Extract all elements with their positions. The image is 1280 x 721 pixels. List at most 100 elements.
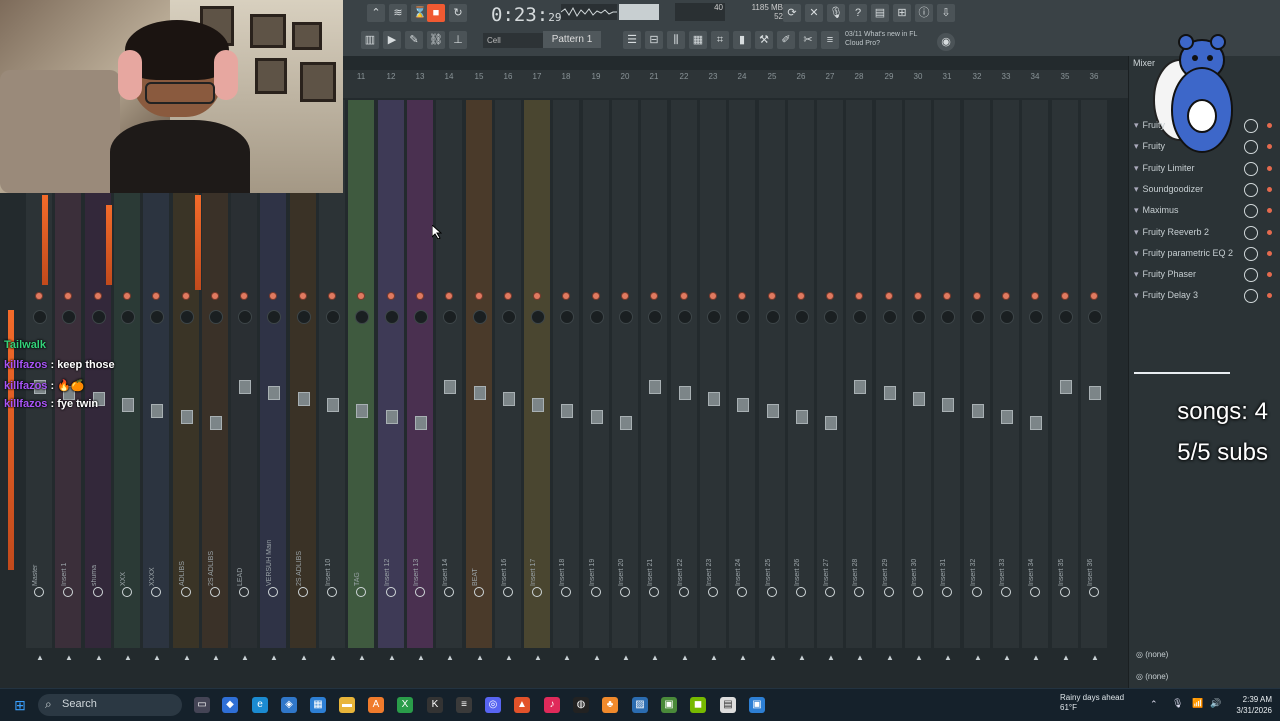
track-pan-dot[interactable] [563, 293, 569, 299]
track-fader[interactable] [884, 386, 896, 400]
task-view-icon[interactable]: ▭ [194, 697, 210, 713]
track-pan-dot[interactable] [183, 293, 189, 299]
track-route-arrow[interactable]: ▲ [769, 653, 777, 662]
track-pan-dot[interactable] [886, 293, 892, 299]
track-fader[interactable] [122, 398, 134, 412]
fx-enable-led[interactable] [1267, 123, 1272, 128]
brave-icon[interactable]: ▲ [514, 697, 530, 713]
track-pan-dot[interactable] [417, 293, 423, 299]
help-icon[interactable]: ? [849, 4, 867, 22]
track-send-knob[interactable] [591, 587, 601, 597]
fx-slot[interactable]: ▾ Fruity Limiter [1134, 159, 1272, 178]
track-fader[interactable] [620, 416, 632, 430]
track-send-knob[interactable] [561, 587, 571, 597]
track-route-arrow[interactable]: ▲ [417, 653, 425, 662]
track-route-arrow[interactable]: ▲ [974, 653, 982, 662]
track-fader[interactable] [649, 380, 661, 394]
ableton-icon[interactable]: A [368, 697, 384, 713]
track-route-arrow[interactable]: ▲ [886, 653, 894, 662]
track-send-knob[interactable] [151, 587, 161, 597]
track-pan-dot[interactable] [388, 293, 394, 299]
track-pan-dot[interactable] [651, 293, 657, 299]
track-knob[interactable] [209, 310, 223, 324]
track-route-arrow[interactable]: ▲ [300, 653, 308, 662]
track-pan-dot[interactable] [124, 293, 130, 299]
track-pan-dot[interactable] [681, 293, 687, 299]
fx-mix-knob[interactable] [1244, 119, 1258, 133]
track-knob[interactable] [92, 310, 106, 324]
track-pan-dot[interactable] [300, 293, 306, 299]
track-route-arrow[interactable]: ▲ [153, 653, 161, 662]
fx-slot[interactable]: ▾ Fruity Reeverb 2 [1134, 223, 1272, 242]
track-fader[interactable] [708, 392, 720, 406]
track-pan-dot[interactable] [944, 293, 950, 299]
track-fader[interactable] [210, 416, 222, 430]
track-fader[interactable] [1089, 386, 1101, 400]
fx-slot[interactable]: ▾ Fruity parametric EQ 2 [1134, 244, 1272, 263]
track-send-knob[interactable] [737, 587, 747, 597]
track-pan-dot[interactable] [65, 293, 71, 299]
tools-icon[interactable]: ⚒ [755, 31, 773, 49]
track-pan-dot[interactable] [329, 293, 335, 299]
track-send-knob[interactable] [854, 587, 864, 597]
track-fader[interactable] [532, 398, 544, 412]
track-fader[interactable] [474, 386, 486, 400]
track-pan-dot[interactable] [534, 293, 540, 299]
browser-icon[interactable]: ⌗ [711, 31, 729, 49]
track-fader[interactable] [1001, 410, 1013, 424]
track-knob[interactable] [326, 310, 340, 324]
play-pattern-icon[interactable]: ▶ [383, 31, 401, 49]
geforce-icon[interactable]: ◼ [690, 697, 706, 713]
track-route-arrow[interactable]: ▲ [1062, 653, 1070, 662]
track-send-knob[interactable] [649, 587, 659, 597]
track-pan-dot[interactable] [505, 293, 511, 299]
track-route-arrow[interactable]: ▲ [798, 653, 806, 662]
track-send-knob[interactable] [825, 587, 835, 597]
track-send-knob[interactable] [942, 587, 952, 597]
track-fader[interactable] [268, 386, 280, 400]
track-knob[interactable] [971, 310, 985, 324]
save-icon[interactable]: ▤ [871, 4, 889, 22]
track-pan-dot[interactable] [827, 293, 833, 299]
track-fader[interactable] [913, 392, 925, 406]
obs-icon[interactable]: ◍ [573, 697, 589, 713]
track-route-arrow[interactable]: ▲ [651, 653, 659, 662]
fx-mix-knob[interactable] [1244, 161, 1258, 176]
nvidia-icon[interactable]: ▣ [661, 697, 677, 713]
track-send-knob[interactable] [386, 587, 396, 597]
fx-mix-knob[interactable] [1244, 204, 1258, 219]
taskbar-search[interactable]: ⌕ Search [38, 694, 182, 716]
track-knob[interactable] [414, 310, 428, 324]
network-icon[interactable]: 📶 [1192, 698, 1203, 709]
track-route-arrow[interactable]: ▲ [1091, 653, 1099, 662]
track-route-arrow[interactable]: ▲ [446, 653, 454, 662]
track-pan-dot[interactable] [446, 293, 452, 299]
track-send-knob[interactable] [1001, 587, 1011, 597]
track-route-arrow[interactable]: ▲ [1032, 653, 1040, 662]
fx-mix-knob[interactable] [1244, 140, 1258, 155]
news-ticker[interactable]: 03/11 What's new in FL Cloud Pro? [845, 30, 917, 48]
waveform-icon[interactable]: ≋ [389, 4, 407, 22]
edge-icon[interactable]: e [252, 697, 268, 713]
track-pan-dot[interactable] [212, 293, 218, 299]
channel-rack-icon[interactable]: ⊟ [645, 31, 663, 49]
track-send-knob[interactable] [796, 587, 806, 597]
track-send-knob[interactable] [415, 587, 425, 597]
track-fader[interactable] [327, 398, 339, 412]
brush-icon[interactable]: ✐ [777, 31, 795, 49]
notepad-icon[interactable]: ▤ [720, 697, 736, 713]
track-route-arrow[interactable]: ▲ [944, 653, 952, 662]
folder-icon[interactable]: ▬ [339, 697, 355, 713]
track-send-knob[interactable] [1030, 587, 1040, 597]
fl-studio-icon[interactable]: ♣ [602, 697, 618, 713]
track-knob[interactable] [1059, 310, 1073, 324]
track-route-arrow[interactable]: ▲ [856, 653, 864, 662]
track-knob[interactable] [707, 310, 721, 324]
fx-slot[interactable]: ▾ Maximus [1134, 201, 1272, 220]
track-pan-dot[interactable] [270, 293, 276, 299]
panic-icon[interactable]: ✕ [805, 4, 823, 22]
track-pan-dot[interactable] [739, 293, 745, 299]
track-pan-dot[interactable] [241, 293, 247, 299]
volume-icon[interactable]: 🔊 [1210, 698, 1221, 709]
track-knob[interactable] [502, 310, 516, 324]
